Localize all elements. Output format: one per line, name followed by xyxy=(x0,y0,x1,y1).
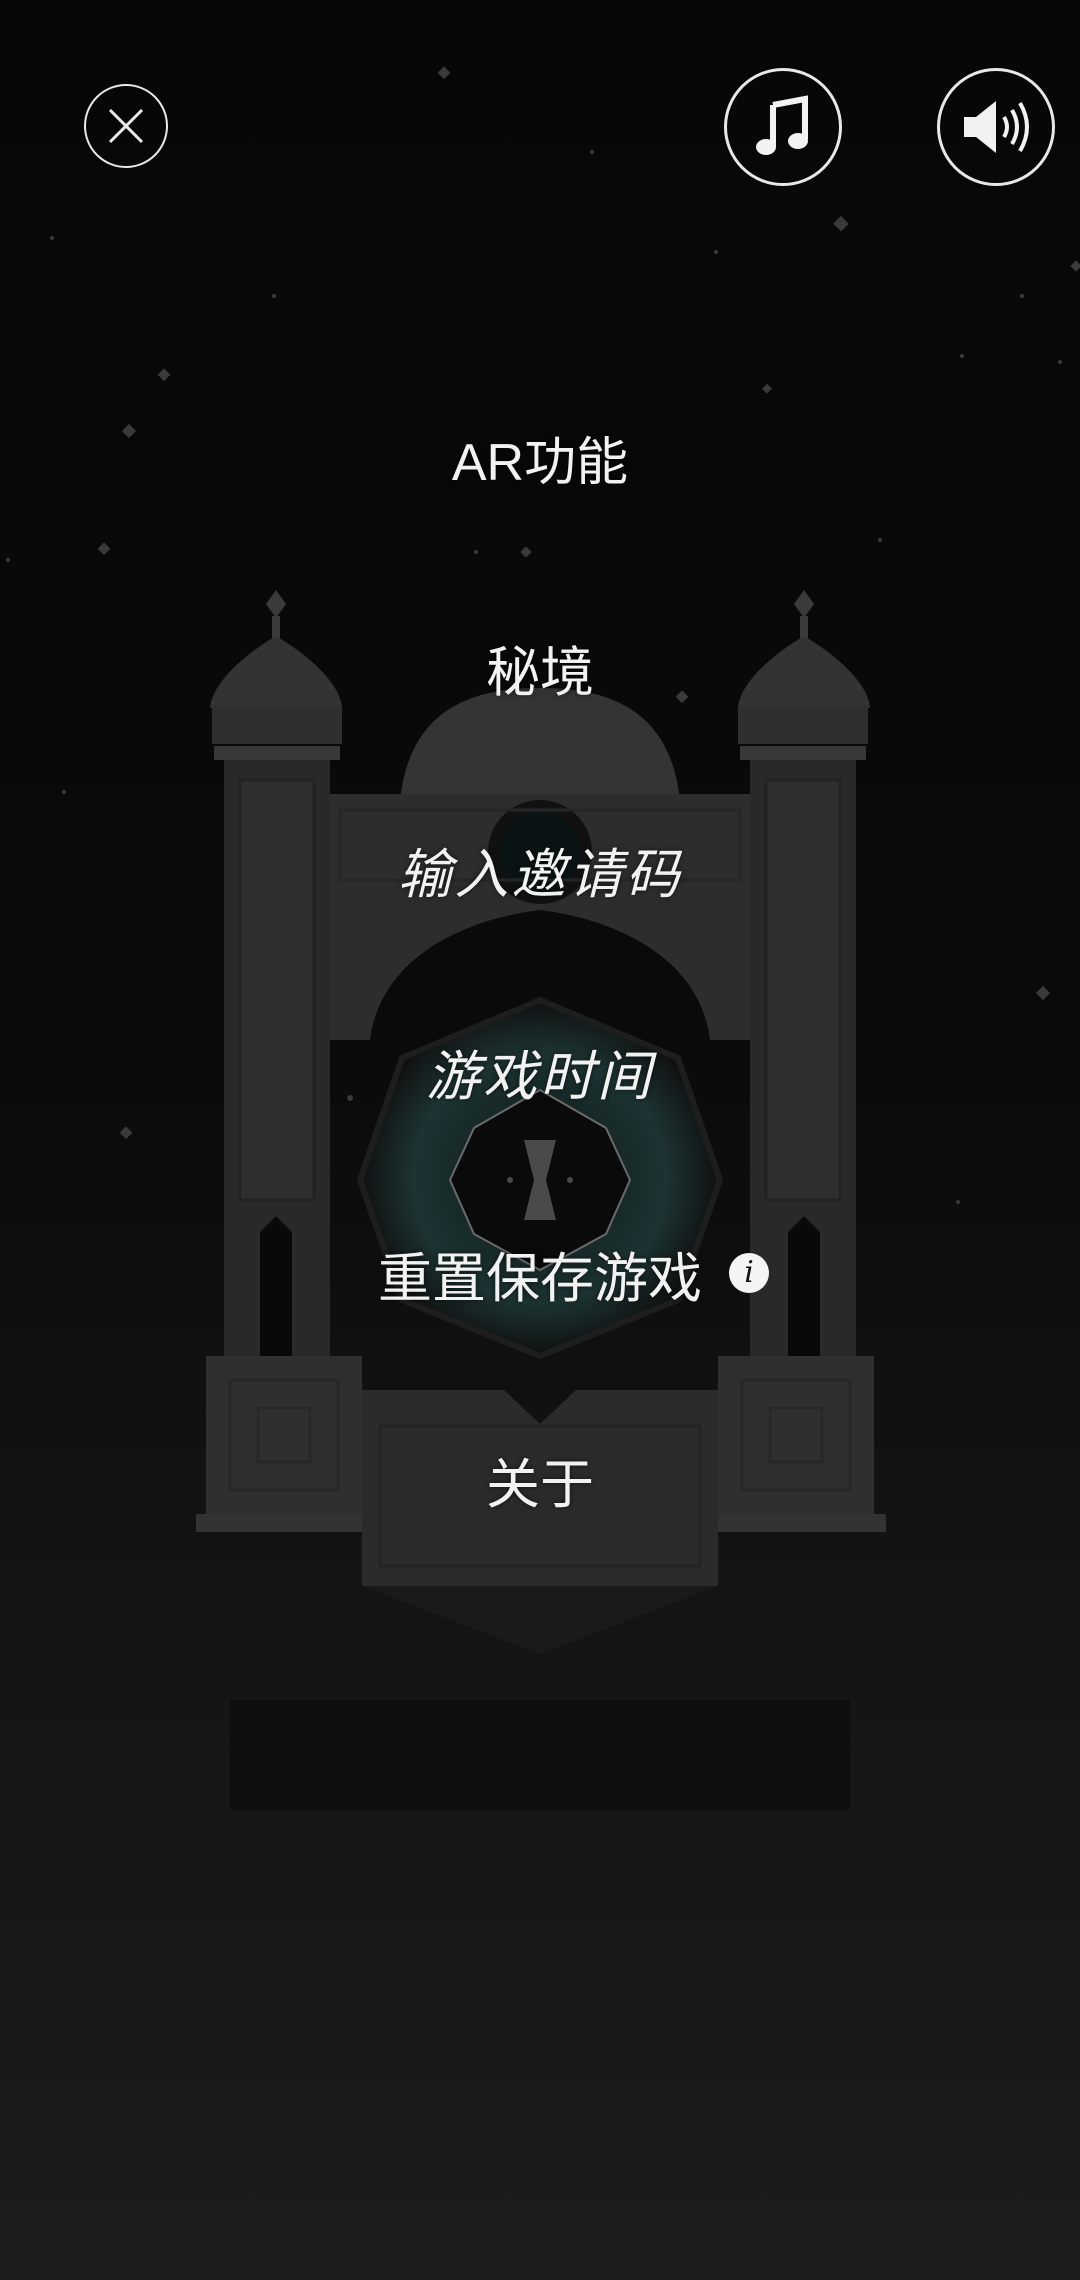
close-button[interactable] xyxy=(84,84,168,168)
menu-enter-invite-code[interactable]: 输入邀请码 xyxy=(240,830,840,909)
menu-ar-feature[interactable]: AR功能 xyxy=(240,420,840,495)
menu-about[interactable]: 关于 xyxy=(240,1440,840,1519)
close-icon xyxy=(108,108,144,144)
music-note-icon xyxy=(756,95,808,155)
game-menu-screen: AR功能 秘境 输入邀请码 游戏时间 重置保存游戏 i 关于 xyxy=(0,0,1080,2280)
reset-info-icon[interactable]: i xyxy=(729,1253,769,1293)
menu-secret-realm[interactable]: 秘境 xyxy=(240,628,840,707)
palace-backdrop xyxy=(0,66,1080,2280)
menu-play-time[interactable]: 游戏时间 xyxy=(240,1032,840,1111)
music-toggle-button[interactable] xyxy=(724,68,842,186)
speaker-volume-icon xyxy=(964,101,1029,153)
sound-toggle-button[interactable] xyxy=(937,68,1055,186)
